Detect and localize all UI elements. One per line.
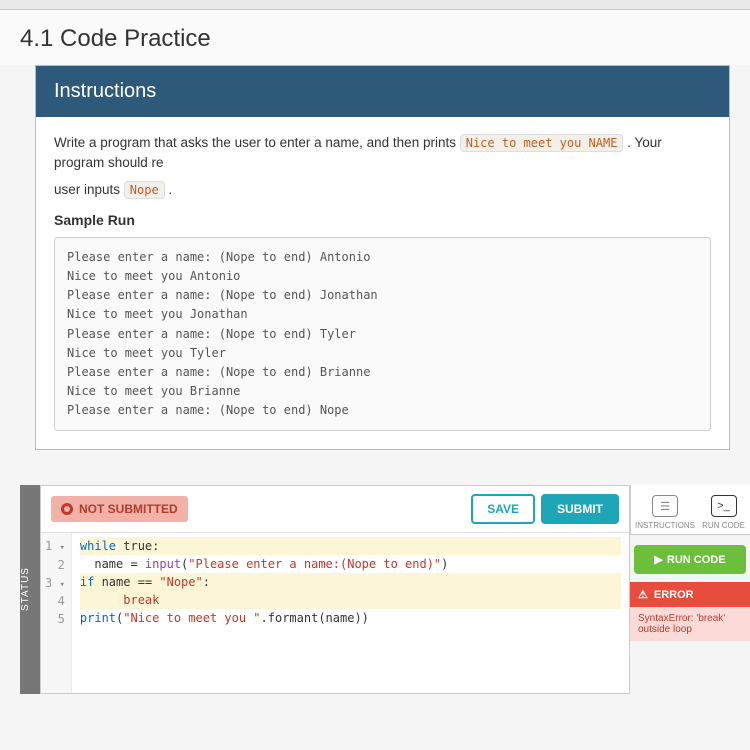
code-body[interactable]: while true: name = input("Please enter a…: [72, 533, 629, 693]
code-editor[interactable]: 1 ▾ 2 3 ▾ 4 5 while true: name = input("…: [41, 533, 629, 693]
right-tabs: ☰ INSTRUCTIONS >_ RUN CODE: [630, 485, 750, 535]
error-detail: SyntaxError: 'break' outside loop: [630, 607, 750, 641]
play-icon: ▶: [654, 553, 662, 566]
run-code-button[interactable]: ▶ RUN CODE: [634, 545, 746, 574]
fold-icon[interactable]: ▾: [59, 543, 64, 553]
instructions-icon: ☰: [652, 495, 678, 517]
instructions-text-2b: .: [168, 182, 172, 197]
status-dot-icon: [61, 503, 73, 515]
tab-instructions[interactable]: ☰ INSTRUCTIONS: [635, 495, 695, 534]
instructions-text: Write a program that asks the user to en…: [54, 135, 460, 150]
inline-code-example: Nice to meet you NAME: [460, 134, 624, 152]
inline-code-nope: Nope: [124, 181, 165, 199]
line-gutter: 1 ▾ 2 3 ▾ 4 5: [41, 533, 72, 693]
terminal-icon: >_: [711, 495, 737, 517]
status-rail: STATUS: [20, 485, 40, 694]
browser-chrome-sliver: [0, 0, 750, 10]
instructions-header: Instructions: [36, 66, 729, 117]
sample-output-box: Please enter a name: (Nope to end) Anton…: [54, 237, 711, 432]
editor-toolbar: NOT SUBMITTED SAVE SUBMIT: [41, 486, 629, 533]
submit-button[interactable]: SUBMIT: [541, 494, 619, 524]
status-label: NOT SUBMITTED: [79, 502, 178, 516]
tab-run-code[interactable]: >_ RUN CODE: [701, 495, 746, 534]
work-area: STATUS NOT SUBMITTED SAVE SUBMIT 1 ▾ 2 3…: [20, 485, 750, 694]
instructions-body: Write a program that asks the user to en…: [36, 117, 729, 449]
right-panel: ☰ INSTRUCTIONS >_ RUN CODE ▶ RUN CODE ⚠ …: [630, 485, 750, 694]
status-badge: NOT SUBMITTED: [51, 496, 188, 522]
sample-run-title: Sample Run: [54, 210, 711, 231]
instructions-text-2a: user inputs: [54, 182, 124, 197]
editor-column: NOT SUBMITTED SAVE SUBMIT 1 ▾ 2 3 ▾ 4 5 …: [40, 485, 630, 694]
warning-icon: ⚠: [638, 588, 648, 601]
instructions-card: Instructions Write a program that asks t…: [35, 65, 730, 450]
page-title: 4.1 Code Practice: [0, 10, 750, 65]
save-button[interactable]: SAVE: [471, 494, 535, 524]
fold-icon[interactable]: ▾: [59, 580, 64, 590]
error-banner: ⚠ ERROR: [630, 582, 750, 607]
